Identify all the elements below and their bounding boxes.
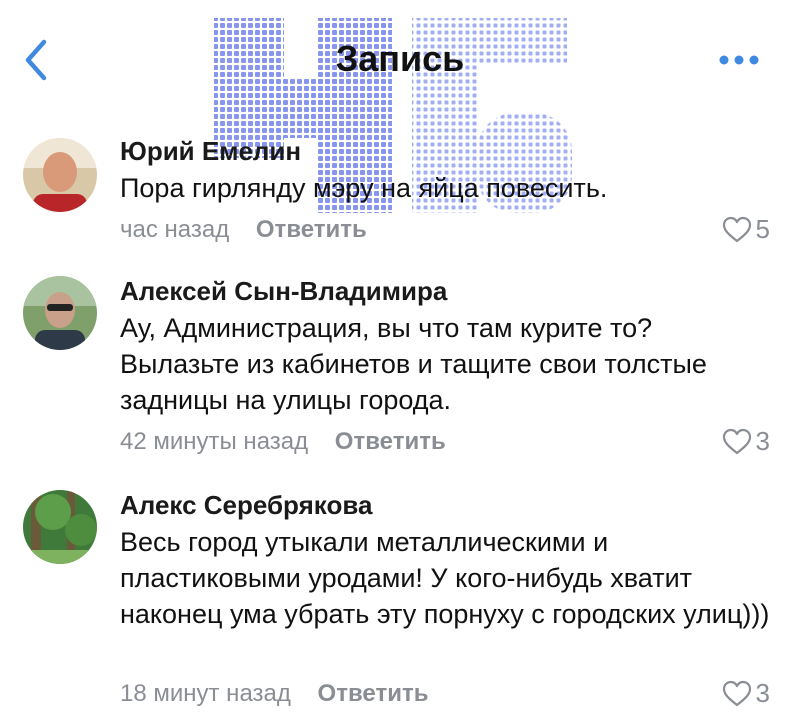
reply-button[interactable]: Ответить bbox=[318, 680, 429, 707]
ellipsis-icon bbox=[719, 55, 759, 65]
comment-time: 42 минуты назад bbox=[120, 428, 309, 455]
comment-author[interactable]: Алекс Серебрякова bbox=[120, 490, 372, 521]
avatar-photo bbox=[23, 276, 97, 350]
heart-outline-icon bbox=[722, 428, 751, 454]
heart-outline-icon bbox=[722, 216, 751, 242]
comment-author[interactable]: Юрий Емелин bbox=[120, 136, 301, 167]
like-button[interactable]: 3 bbox=[722, 678, 770, 709]
comment-meta: час назад Ответить bbox=[120, 216, 367, 244]
comment-item: Алексей Сын-Владимира Ау, Администрация,… bbox=[0, 270, 800, 470]
header-bar: Запись bbox=[0, 0, 800, 213]
comment-time: 18 минут назад bbox=[120, 680, 291, 707]
like-count: 3 bbox=[755, 678, 770, 708]
reply-button[interactable]: Ответить bbox=[335, 428, 446, 455]
reply-button[interactable]: Ответить bbox=[256, 216, 367, 243]
heart-outline-icon bbox=[722, 680, 751, 706]
comment-item: Юрий Емелин Пора гирлянду мэру на яйца п… bbox=[0, 130, 800, 250]
comment-meta: 42 минуты назад Ответить bbox=[120, 428, 446, 456]
avatar-photo bbox=[23, 138, 97, 212]
comment-text: Ау, Администрация, вы что там курите то?… bbox=[120, 313, 707, 415]
avatar[interactable] bbox=[23, 276, 97, 350]
like-button[interactable]: 5 bbox=[722, 214, 770, 245]
avatar[interactable] bbox=[23, 490, 97, 564]
like-count: 3 bbox=[755, 426, 770, 456]
comment-item: Алекс Серебрякова Весь город утыкали мет… bbox=[0, 484, 800, 714]
page-title: Запись bbox=[335, 38, 465, 79]
comment-time: час назад bbox=[120, 216, 230, 243]
comment-text: Пора гирлянду мэру на яйца повесить. bbox=[120, 173, 608, 203]
avatar[interactable] bbox=[23, 138, 97, 212]
like-count: 5 bbox=[755, 214, 770, 244]
comment-author[interactable]: Алексей Сын-Владимира bbox=[120, 276, 447, 307]
comment-meta: 18 минут назад Ответить bbox=[120, 680, 428, 708]
comment-text: Весь город утыкали металлическими и плас… bbox=[120, 527, 770, 629]
avatar-photo bbox=[23, 490, 97, 564]
like-button[interactable]: 3 bbox=[722, 426, 770, 457]
more-button[interactable] bbox=[714, 48, 764, 72]
